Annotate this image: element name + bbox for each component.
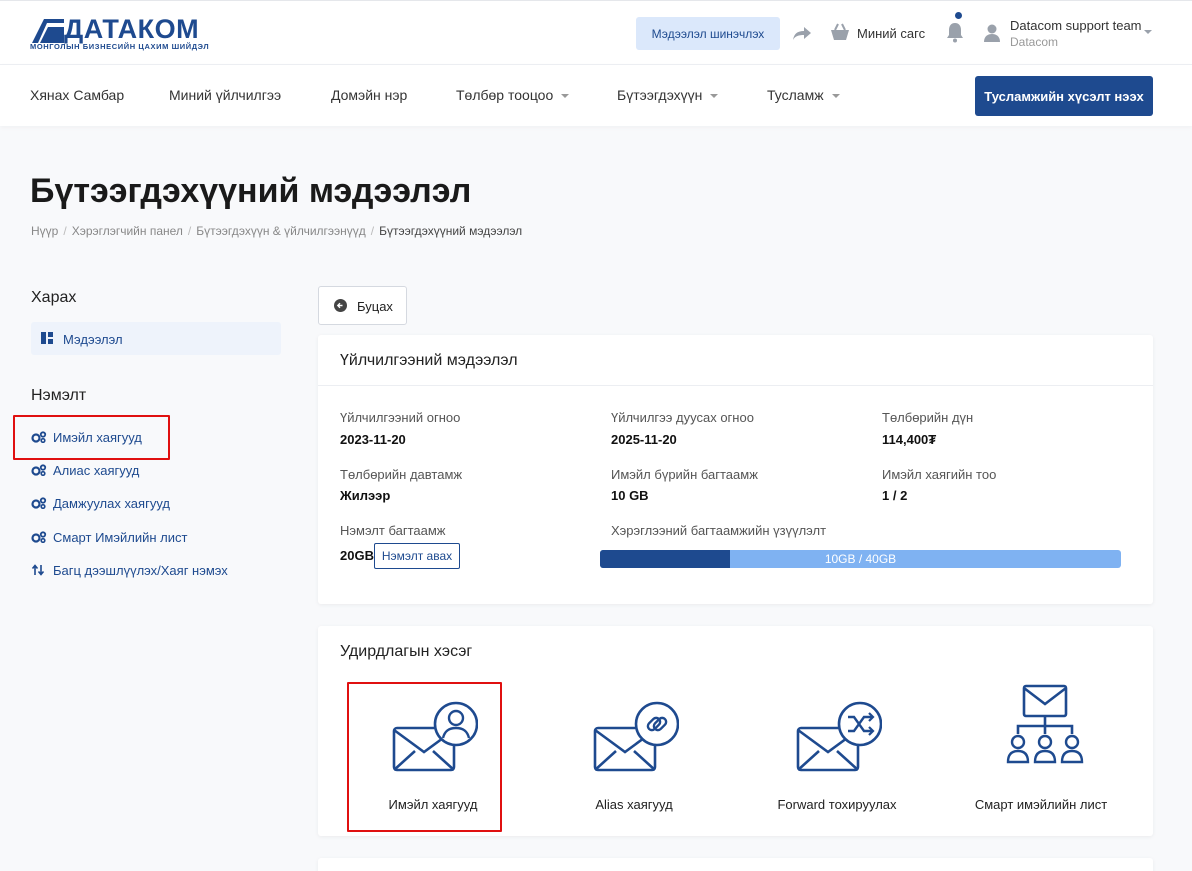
breadcrumb-separator: /	[187, 224, 192, 238]
next-card-partial	[318, 858, 1153, 871]
sidebar-item-alias-addresses[interactable]: Алиас хаягууд	[31, 463, 139, 478]
nav-domains[interactable]: Домэйн нэр	[331, 87, 407, 103]
cart-link[interactable]: Миний сагс	[857, 26, 925, 41]
nav-label: Бүтээгдэхүүн	[617, 87, 703, 103]
field-label: Имэйл хаягийн тоо	[882, 467, 997, 482]
gears-icon	[31, 464, 47, 476]
tile-smart-email-list[interactable]: Смарт имэйлийн лист	[946, 682, 1136, 832]
nav-label: Төлбөр тооцоо	[456, 87, 554, 103]
breadcrumb: Нүүр / Хэрэглэгчийн панел / Бүтээгдэхүүн & ү…	[31, 224, 522, 238]
tile-forward-settings[interactable]: Forward тохируулах	[742, 682, 932, 832]
user-name[interactable]: Datacom support team	[1010, 18, 1142, 33]
user-org: Datacom	[1010, 35, 1059, 49]
nav-billing[interactable]: Төлбөр тооцоо	[456, 87, 570, 103]
field-label: Нэмэлт багтаамж	[340, 523, 446, 538]
sidebar-item-label: Дамжуулах хаягууд	[53, 496, 170, 511]
logo-mark-icon	[32, 19, 64, 43]
gears-icon	[31, 431, 47, 443]
field-label: Имэйл бүрийн багтаамж	[611, 467, 758, 482]
arrow-left-circle-icon	[334, 299, 347, 312]
field-value: 10 GB	[611, 488, 649, 503]
sidebar-item-label: Мэдээлэл	[63, 332, 123, 347]
sidebar-item-label: Имэйл хаягууд	[53, 430, 142, 445]
nav-label: Домэйн нэр	[331, 87, 408, 103]
back-label: Буцах	[357, 299, 393, 314]
email-list-icon	[1006, 684, 1084, 764]
nav-products[interactable]: Бүтээгдэхүүн	[617, 87, 719, 103]
field-label: Хэрэглээний багтаамжийн үзүүлэлт	[611, 523, 827, 538]
sidebar-item-forward-addresses[interactable]: Дамжуулах хаягууд	[31, 496, 170, 511]
card-title: Удирдлагын хэсэг	[340, 643, 473, 660]
sidebar-item-info[interactable]: Мэдээлэл	[31, 322, 281, 355]
chevron-down-icon	[561, 94, 570, 99]
control-panel-card: Удирдлагын хэсэг Имэйл хаягууд Alias хая…	[318, 626, 1153, 836]
back-button[interactable]: Буцах	[318, 286, 407, 325]
field-label: Үйлчилгээний огноо	[340, 410, 461, 425]
nav-label: Миний үйлчилгээ	[169, 87, 282, 103]
field-value: 2023-11-20	[340, 432, 406, 447]
refresh-info-button[interactable]: Мэдээлэл шинэчлэх	[636, 17, 780, 50]
dashboard-icon	[41, 332, 53, 344]
user-avatar-icon[interactable]	[983, 23, 1001, 43]
breadcrumb-products[interactable]: Бүтээгдэхүүн & үйлчилгээнүүд	[196, 224, 366, 238]
usage-progress-bar: 10GB / 40GB	[600, 550, 1121, 568]
breadcrumb-separator: /	[370, 224, 375, 238]
field-value: 2025-11-20	[611, 432, 677, 447]
tile-label: Alias хаягууд	[595, 797, 673, 812]
email-link-icon	[593, 701, 679, 772]
nav-help[interactable]: Тусламж	[767, 87, 840, 103]
field-value: 114,400₮	[882, 432, 937, 447]
sidebar-item-smart-list[interactable]: Смарт Имэйлийн лист	[31, 530, 187, 545]
main-nav: Хянах Самбар Миний үйлчилгээ Домэйн нэр …	[0, 64, 1192, 126]
tile-email-addresses[interactable]: Имэйл хаягууд	[338, 682, 528, 832]
field-value: 1 / 2	[882, 488, 908, 503]
gears-icon	[31, 497, 47, 509]
breadcrumb-current: Бүтээгдэхүүний мэдээлэл	[379, 224, 523, 238]
field-label: Төлбөрийн давтамж	[340, 467, 463, 482]
chevron-down-icon	[710, 94, 719, 99]
chevron-down-icon	[831, 94, 840, 99]
sidebar-item-label: Багц дээшлүүлэх/Хаяг нэмэх	[53, 563, 228, 578]
email-forward-icon	[796, 701, 882, 772]
buy-addon-button[interactable]: Нэмэлт авах	[374, 543, 460, 569]
page-title: Бүтээгдэхүүний мэдээлэл	[30, 172, 472, 210]
email-user-icon	[392, 701, 478, 772]
tile-label: Forward тохируулах	[777, 797, 897, 812]
tile-alias-addresses[interactable]: Alias хаягууд	[539, 682, 729, 832]
nav-dashboard[interactable]: Хянах Самбар	[30, 87, 124, 103]
field-value: Жилээр	[340, 488, 391, 503]
notification-dot	[955, 12, 962, 19]
nav-my-services[interactable]: Миний үйлчилгээ	[169, 87, 281, 103]
service-info-card: Үйлчилгээний мэдээлэл Үйлчилгээний огноо…	[318, 335, 1153, 604]
field-value: 20GB	[340, 548, 374, 563]
field-label: Төлбөрийн дүн	[882, 410, 974, 425]
basket-icon[interactable]	[829, 21, 851, 43]
card-title: Үйлчилгээний мэдээлэл	[318, 335, 1153, 386]
tile-label: Имэйл хаягууд	[388, 797, 478, 812]
nav-label: Хянах Самбар	[30, 87, 125, 103]
share-icon[interactable]	[792, 23, 812, 43]
sort-arrows-icon	[31, 564, 45, 576]
breadcrumb-client-area[interactable]: Хэрэглэгчийн панел	[72, 224, 183, 238]
tile-label: Смарт имэйлийн лист	[974, 797, 1108, 812]
brand-name: ДАТАКОМ	[64, 14, 200, 44]
brand-tagline: МОНГОЛЫН БИЗНЕСИЙН ЦАХИМ ШИЙДЭЛ	[30, 42, 210, 51]
brand-logo[interactable]: ДАТАКОМ МОНГОЛЫН БИЗНЕСИЙН ЦАХИМ ШИЙДЭЛ	[30, 15, 210, 55]
nav-label: Тусламж	[767, 87, 824, 103]
bell-icon[interactable]	[945, 21, 965, 43]
field-label: Үйлчилгээ дуусах огноо	[611, 410, 754, 425]
top-header: ДАТАКОМ МОНГОЛЫН БИЗНЕСИЙН ЦАХИМ ШИЙДЭЛ …	[0, 0, 1192, 64]
sidebar-item-email-addresses[interactable]: Имэйл хаягууд	[31, 430, 142, 445]
sidebar-item-label: Алиас хаягууд	[53, 463, 140, 478]
sidebar-item-label: Смарт Имэйлийн лист	[53, 530, 188, 545]
breadcrumb-separator: /	[63, 224, 67, 238]
usage-progress-text: 10GB / 40GB	[824, 552, 897, 566]
open-support-ticket-button[interactable]: Тусламжийн хүсэлт нээх	[975, 76, 1153, 116]
chevron-down-icon[interactable]	[1144, 29, 1152, 35]
sidebar-view-heading: Харах	[31, 289, 77, 306]
sidebar-extra-heading: Нэмэлт	[31, 387, 87, 404]
gears-icon	[31, 531, 47, 543]
sidebar-item-upgrade[interactable]: Багц дээшлүүлэх/Хаяг нэмэх	[31, 563, 228, 578]
breadcrumb-home[interactable]: Нүүр	[31, 224, 58, 238]
